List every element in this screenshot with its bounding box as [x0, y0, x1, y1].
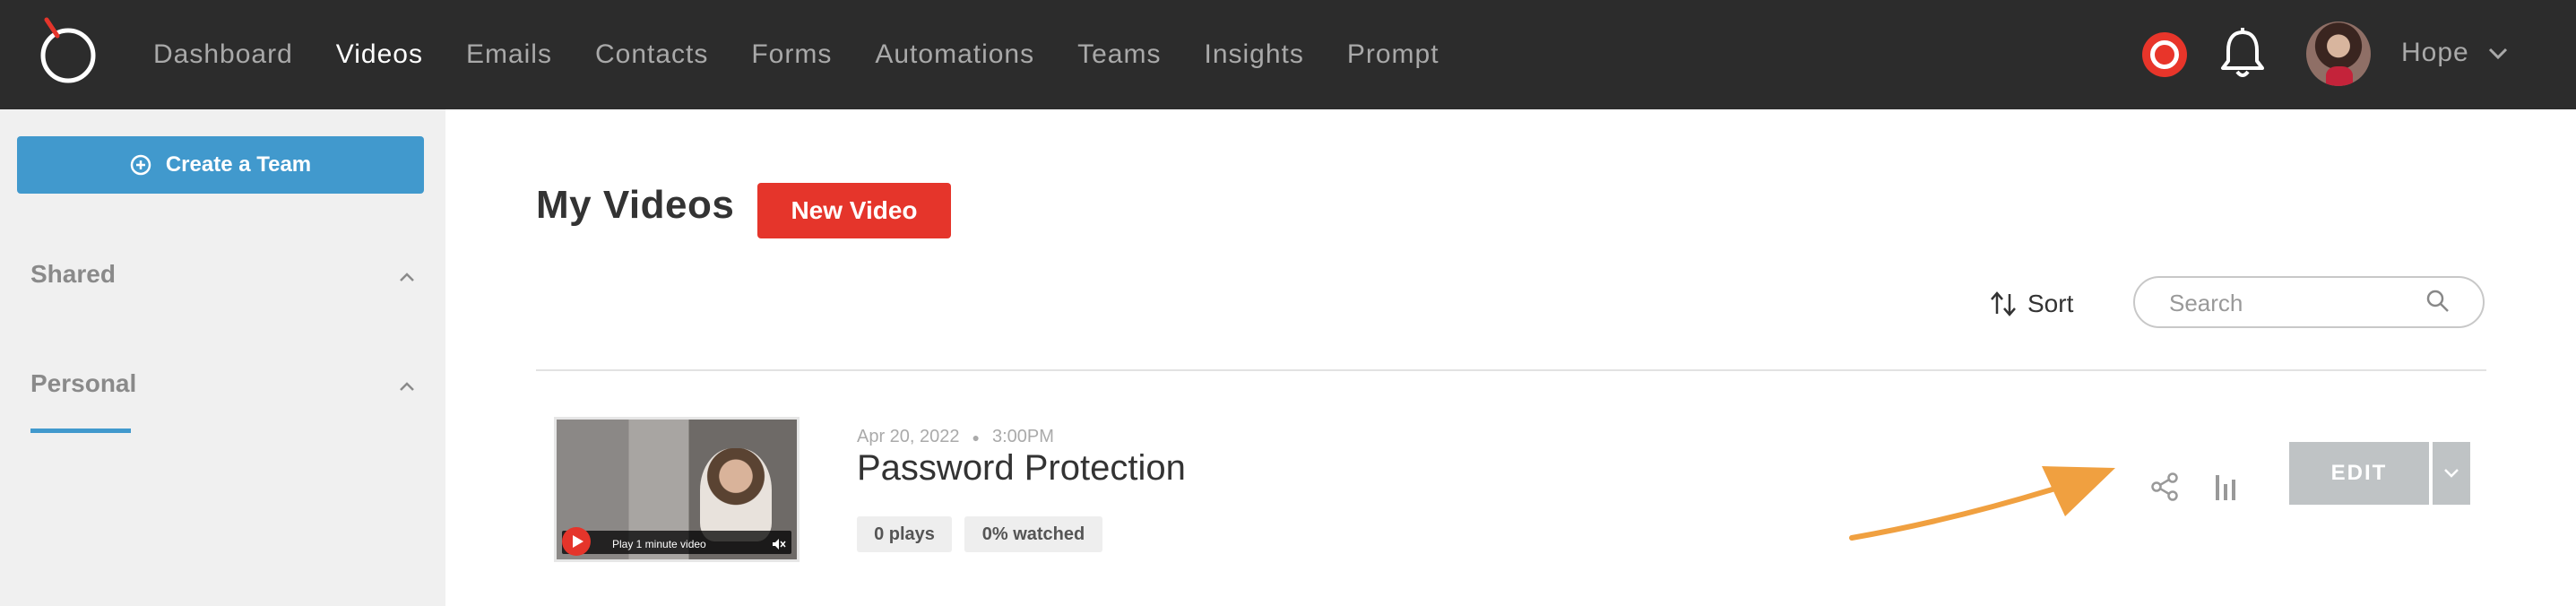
chevron-down-icon	[2444, 469, 2459, 478]
nav-item-dashboard[interactable]: Dashboard	[153, 39, 293, 70]
bell-icon[interactable]	[2219, 27, 2266, 81]
sort-button[interactable]: Sort	[1988, 289, 2073, 319]
search-input[interactable]	[2169, 289, 2420, 317]
edit-dropdown-button[interactable]	[2433, 442, 2470, 505]
new-video-button[interactable]: New Video	[757, 183, 951, 238]
nav-item-contacts[interactable]: Contacts	[595, 39, 708, 70]
main-nav: Dashboard Videos Emails Contacts Forms A…	[153, 0, 1482, 109]
stats-icon[interactable]	[2214, 472, 2237, 502]
sidebar-section-personal[interactable]: Personal	[30, 369, 136, 398]
nav-item-insights[interactable]: Insights	[1204, 39, 1303, 70]
plays-badge: 0 plays	[857, 516, 952, 552]
divider	[536, 369, 2486, 371]
chevron-down-icon[interactable]	[2488, 43, 2508, 63]
watched-badge: 0% watched	[964, 516, 1102, 552]
search-box	[2133, 276, 2485, 328]
nav-item-teams[interactable]: Teams	[1077, 39, 1161, 70]
video-time-text: 3:00PM	[992, 427, 1054, 446]
plus-circle-icon	[130, 154, 151, 176]
create-team-label: Create a Team	[165, 152, 312, 177]
thumbnail-play-label: Play 1 minute video	[612, 538, 706, 550]
annotation-arrow	[1849, 466, 2115, 541]
top-nav-bar: Dashboard Videos Emails Contacts Forms A…	[0, 0, 2576, 109]
logo-icon[interactable]	[34, 14, 102, 88]
nav-item-prompt[interactable]: Prompt	[1347, 39, 1439, 70]
edit-button[interactable]: EDIT	[2289, 442, 2429, 505]
separator-dot: ●	[972, 429, 980, 445]
page-title: My Videos	[536, 183, 735, 227]
create-team-button[interactable]: Create a Team	[17, 136, 424, 194]
chevron-up-icon[interactable]	[398, 271, 416, 283]
sidebar: Create a Team Shared Personal	[0, 109, 445, 606]
sort-icon	[1991, 291, 2016, 316]
video-date-text: Apr 20, 2022	[857, 427, 960, 446]
active-section-indicator	[30, 429, 131, 433]
share-icon[interactable]	[2149, 472, 2180, 502]
nav-item-videos[interactable]: Videos	[336, 39, 423, 70]
sort-label: Sort	[2027, 290, 2074, 317]
nav-item-emails[interactable]: Emails	[466, 39, 552, 70]
video-title[interactable]: Password Protection	[857, 448, 1186, 489]
mute-icon[interactable]	[772, 538, 786, 550]
nav-item-forms[interactable]: Forms	[751, 39, 832, 70]
video-thumbnail[interactable]: Play 1 minute video	[554, 417, 800, 562]
nav-item-automations[interactable]: Automations	[875, 39, 1034, 70]
avatar[interactable]	[2306, 22, 2371, 86]
video-date: Apr 20, 2022 ● 3:00PM	[857, 427, 1054, 447]
chevron-up-icon[interactable]	[398, 380, 416, 393]
user-name[interactable]: Hope	[2401, 38, 2469, 68]
thumbnail-person	[700, 448, 772, 541]
search-icon[interactable]	[2425, 289, 2451, 314]
play-icon[interactable]	[562, 527, 591, 556]
record-icon[interactable]	[2142, 32, 2187, 77]
sidebar-section-shared[interactable]: Shared	[30, 260, 116, 289]
